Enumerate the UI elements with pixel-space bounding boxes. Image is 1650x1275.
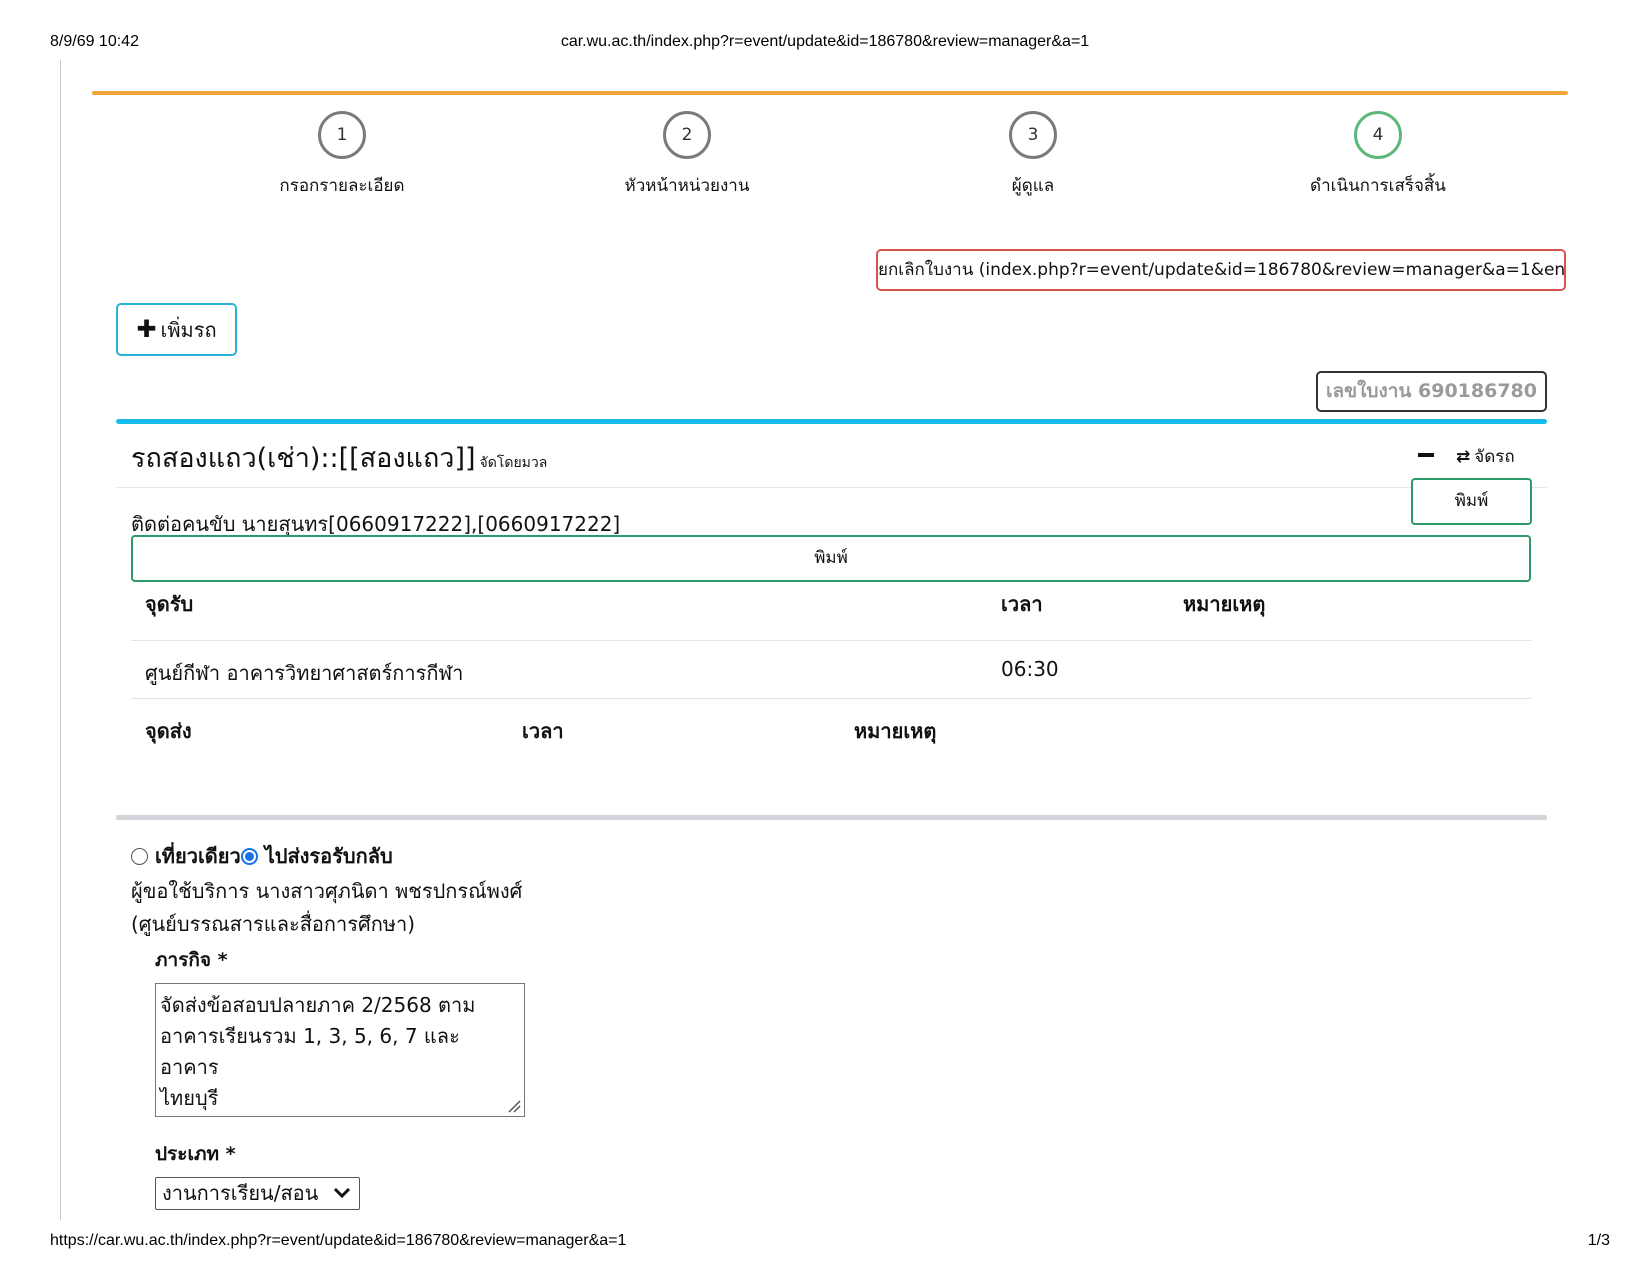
- print-wide-button[interactable]: พิมพ์: [131, 535, 1531, 582]
- row-divider: [131, 640, 1531, 641]
- requester-name: ผู้ขอใช้บริการ นางสาวศุภนิดา พชรปกรณ์พงศ…: [131, 879, 523, 903]
- vehicle-panel-bottom-border: [116, 815, 1547, 820]
- round-trip-radio[interactable]: [240, 848, 258, 865]
- mission-label: ภารกิจ *: [155, 949, 228, 971]
- vehicle-subtitle: จัดโดยมวล: [479, 455, 548, 471]
- print-page-number: 1/3: [1587, 1232, 1610, 1249]
- dropoff-header-note: หมายเหตุ: [854, 719, 937, 743]
- cancel-job-link[interactable]: ยกเลิกใบงาน (index.php?r=event/update&id…: [876, 249, 1566, 291]
- print-footer-url: https://car.wu.ac.th/index.php?r=event/u…: [50, 1232, 627, 1249]
- mission-text: จัดส่งข้อสอบปลายภาค 2/2568 ตาม อาคารเรีย…: [160, 993, 476, 1110]
- vehicle-name: รถสองแถว(เช่า)::[[สองแถว]]: [131, 443, 476, 474]
- step-2-number: 2: [663, 111, 711, 159]
- resize-grip-icon[interactable]: [507, 1099, 521, 1113]
- swap-icon: ⇄: [1456, 447, 1471, 467]
- step-2-label: หัวหน้าหน่วยงาน: [624, 176, 750, 196]
- pickup-time: 06:30: [1001, 657, 1059, 681]
- mission-textarea[interactable]: จัดส่งข้อสอบปลายภาค 2/2568 ตาม อาคารเรีย…: [155, 983, 525, 1117]
- one-way-radio[interactable]: [131, 848, 148, 865]
- print-page-title: car.wu.ac.th/index.php?r=event/update&id…: [560, 33, 1090, 50]
- dropoff-header-time: เวลา: [522, 719, 564, 743]
- one-way-label: เที่ยวเดียว: [154, 844, 241, 868]
- category-select[interactable]: งานการเรียน/สอน: [155, 1177, 360, 1210]
- category-value: งานการเรียน/สอน: [162, 1181, 319, 1205]
- add-car-label: เพิ่มรถ: [160, 318, 217, 342]
- panel-divider: [116, 487, 1547, 488]
- add-car-button[interactable]: ✚ เพิ่มรถ: [116, 303, 237, 356]
- step-4: 4 ดำเนินการเสร็จสิ้น: [1268, 111, 1488, 199]
- pickup-header-note: หมายเหตุ: [1183, 592, 1266, 616]
- row-divider: [131, 698, 1531, 699]
- dropoff-header-location: จุดส่ง: [145, 719, 192, 743]
- assign-car-button[interactable]: ⇄ จัดรถ: [1456, 443, 1515, 470]
- step-4-number: 4: [1354, 111, 1402, 159]
- step-1-number: 1: [318, 111, 366, 159]
- step-3-label: ผู้ดูแล: [1011, 176, 1055, 196]
- trip-type-group: เที่ยวเดียว ไปส่งรอรับกลับ: [131, 840, 393, 872]
- job-number-badge: เลขใบงาน 690186780: [1316, 371, 1547, 412]
- round-trip-label: ไปส่งรอรับกลับ: [264, 844, 393, 868]
- chevron-down-icon: [333, 1187, 351, 1199]
- assign-car-label: จัดรถ: [1474, 447, 1515, 467]
- pickup-location: ศูนย์กีฬา อาคารวิทยาศาสตร์การกีฬา: [145, 661, 464, 685]
- vehicle-panel-top-border: [116, 419, 1547, 424]
- collapse-icon[interactable]: [1418, 453, 1434, 457]
- left-rule: [60, 60, 61, 1220]
- vehicle-title: รถสองแถว(เช่า)::[[สองแถว]] จัดโดยมวล: [131, 436, 547, 479]
- step-4-label: ดำเนินการเสร็จสิ้น: [1310, 176, 1446, 196]
- print-button[interactable]: พิมพ์: [1411, 478, 1532, 525]
- plus-icon: ✚: [136, 315, 157, 343]
- step-1: 1 กรอกรายละเอียด: [232, 111, 452, 199]
- step-1-label: กรอกรายละเอียด: [279, 176, 405, 196]
- step-3-number: 3: [1009, 111, 1057, 159]
- pickup-header-time: เวลา: [1001, 592, 1043, 616]
- requester-department: (ศูนย์บรรณสารและสื่อการศึกษา): [131, 912, 416, 936]
- step-2: 2 หัวหน้าหน่วยงาน: [577, 111, 797, 199]
- pickup-header-location: จุดรับ: [145, 592, 194, 616]
- step-3: 3 ผู้ดูแล: [923, 111, 1143, 199]
- status-bar: [92, 91, 1568, 95]
- category-label: ประเภท *: [155, 1143, 236, 1165]
